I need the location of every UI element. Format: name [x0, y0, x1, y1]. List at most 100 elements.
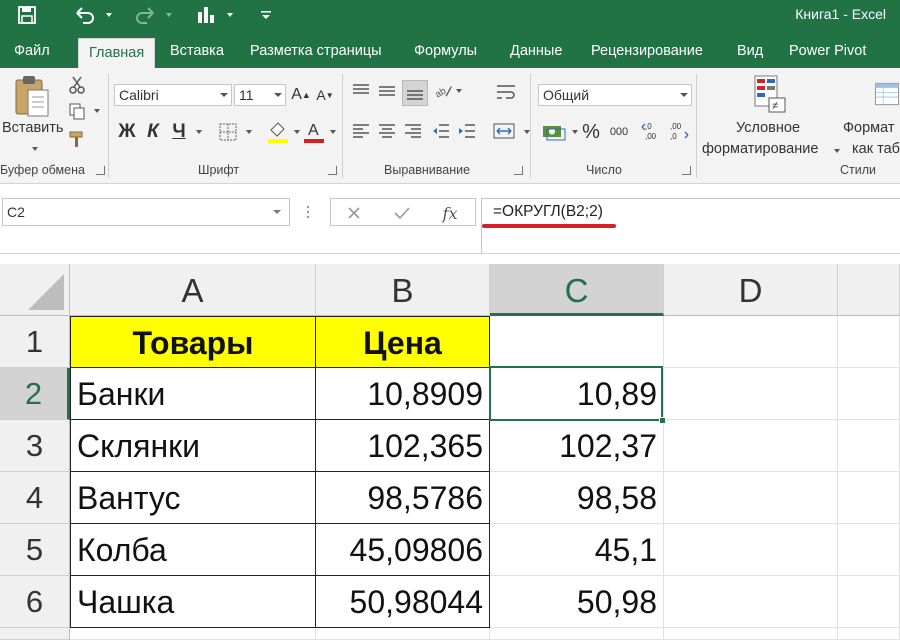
tab-data[interactable]: Данные: [510, 34, 562, 68]
orientation-icon[interactable]: ab: [434, 80, 462, 102]
undo-dropdown-icon[interactable]: [100, 0, 114, 30]
cell-b6[interactable]: 50,98044: [316, 576, 490, 628]
tab-power-pivot[interactable]: Power Pivot: [789, 34, 866, 68]
worksheet-grid[interactable]: A B C D 1 2 3 4 5 6 Товары Цена Банки 10…: [0, 264, 900, 640]
font-launcher-icon[interactable]: [328, 166, 337, 175]
tab-page-layout[interactable]: Разметка страницы: [250, 34, 382, 68]
cell-c4[interactable]: 98,58: [490, 472, 664, 524]
paste-icon[interactable]: [8, 72, 56, 120]
increase-font-icon[interactable]: A ▲: [290, 84, 312, 106]
redo-dropdown-icon[interactable]: [160, 0, 174, 30]
conditional-formatting-dropdown-icon[interactable]: [830, 146, 840, 156]
underline-dropdown-icon[interactable]: [192, 126, 202, 138]
cell-e4[interactable]: [838, 472, 900, 524]
customize-quick-access-icon[interactable]: [256, 0, 276, 30]
merge-dropdown-icon[interactable]: [520, 126, 530, 138]
wrap-text-icon[interactable]: [494, 80, 518, 104]
row-header-2[interactable]: 2: [0, 368, 70, 420]
cell-d1[interactable]: [664, 316, 838, 368]
cell-c1[interactable]: [490, 316, 664, 368]
conditional-formatting-label-2[interactable]: форматирование: [702, 141, 818, 157]
cell-e6[interactable]: [838, 576, 900, 628]
cancel-icon[interactable]: [343, 202, 365, 224]
alignment-launcher-icon[interactable]: [514, 166, 523, 175]
align-center-icon[interactable]: [376, 120, 398, 142]
formula-bar-grip-icon[interactable]: [306, 202, 310, 222]
paste-label[interactable]: Вставить: [2, 120, 63, 136]
chart-dropdown-icon[interactable]: [221, 0, 235, 30]
cell-a4[interactable]: Вантус: [70, 472, 316, 524]
font-color-icon[interactable]: A: [302, 118, 326, 146]
currency-format-icon[interactable]: [540, 120, 568, 144]
align-bottom-icon[interactable]: [402, 80, 428, 106]
cell-c5[interactable]: 45,1: [490, 524, 664, 576]
align-middle-icon[interactable]: [376, 80, 398, 102]
cell-b7[interactable]: [316, 628, 490, 640]
redo-icon[interactable]: [132, 0, 158, 30]
cell-d7[interactable]: [664, 628, 838, 640]
conditional-formatting-label-1[interactable]: Условное: [736, 120, 800, 136]
borders-dropdown-icon[interactable]: [242, 126, 252, 138]
tab-review[interactable]: Рецензирование: [591, 34, 703, 68]
row-header-4[interactable]: 4: [0, 472, 70, 524]
cell-a1[interactable]: Товары: [70, 316, 316, 368]
thousands-separator-button[interactable]: 000: [606, 122, 632, 142]
cell-e2[interactable]: [838, 368, 900, 420]
cell-b2[interactable]: 10,8909: [316, 368, 490, 420]
column-header-b[interactable]: B: [316, 264, 490, 316]
copy-dropdown-icon[interactable]: [90, 104, 100, 118]
cell-d6[interactable]: [664, 576, 838, 628]
merge-center-icon[interactable]: [490, 120, 518, 142]
align-left-icon[interactable]: [350, 120, 372, 142]
font-size-combo[interactable]: 11: [234, 84, 286, 106]
format-as-table-label-1[interactable]: Формат: [843, 120, 895, 136]
tab-insert[interactable]: Вставка: [170, 34, 224, 68]
insert-function-icon[interactable]: fx: [437, 202, 463, 224]
undo-icon[interactable]: [72, 0, 98, 30]
bold-button[interactable]: Ж: [116, 120, 138, 144]
font-name-combo[interactable]: Calibri: [114, 84, 232, 106]
currency-dropdown-icon[interactable]: [568, 126, 578, 138]
fill-color-dropdown-icon[interactable]: [290, 126, 300, 138]
cell-d4[interactable]: [664, 472, 838, 524]
cell-b4[interactable]: 98,5786: [316, 472, 490, 524]
column-header-c[interactable]: C: [490, 264, 664, 316]
fill-color-icon[interactable]: [266, 118, 290, 146]
cell-b5[interactable]: 45,09806: [316, 524, 490, 576]
decrease-indent-icon[interactable]: [430, 120, 452, 142]
select-all-corner[interactable]: [0, 264, 70, 316]
cell-c2[interactable]: 10,89: [490, 368, 664, 420]
cell-e3[interactable]: [838, 420, 900, 472]
format-painter-icon[interactable]: [66, 128, 88, 150]
borders-icon[interactable]: [216, 120, 240, 144]
cell-a6[interactable]: Чашка: [70, 576, 316, 628]
row-header-3[interactable]: 3: [0, 420, 70, 472]
cell-a7[interactable]: [70, 628, 316, 640]
cell-a5[interactable]: Колба: [70, 524, 316, 576]
save-icon[interactable]: [14, 0, 40, 30]
row-header-6[interactable]: 6: [0, 576, 70, 628]
font-color-dropdown-icon[interactable]: [326, 126, 336, 138]
cell-a3[interactable]: Склянки: [70, 420, 316, 472]
cell-d3[interactable]: [664, 420, 838, 472]
paste-dropdown-icon[interactable]: [26, 144, 40, 154]
row-header-1[interactable]: 1: [0, 316, 70, 368]
decrease-decimal-icon[interactable]: ,00,0: [666, 118, 690, 144]
enter-check-icon[interactable]: [391, 202, 413, 224]
cell-c7[interactable]: [490, 628, 664, 640]
tab-view[interactable]: Вид: [737, 34, 763, 68]
tab-file[interactable]: Файл: [14, 34, 50, 68]
cell-e1[interactable]: [838, 316, 900, 368]
italic-button[interactable]: К: [142, 120, 164, 144]
cell-a2[interactable]: Банки: [70, 368, 316, 420]
cell-d5[interactable]: [664, 524, 838, 576]
cell-b3[interactable]: 102,365: [316, 420, 490, 472]
percent-button[interactable]: %: [580, 120, 602, 144]
cut-icon[interactable]: [66, 74, 88, 96]
row-header-7[interactable]: [0, 628, 70, 640]
cell-d2[interactable]: [664, 368, 838, 420]
number-launcher-icon[interactable]: [682, 166, 691, 175]
row-header-5[interactable]: 5: [0, 524, 70, 576]
increase-decimal-icon[interactable]: ,0,00: [640, 118, 664, 144]
underline-button[interactable]: Ч: [168, 120, 190, 144]
